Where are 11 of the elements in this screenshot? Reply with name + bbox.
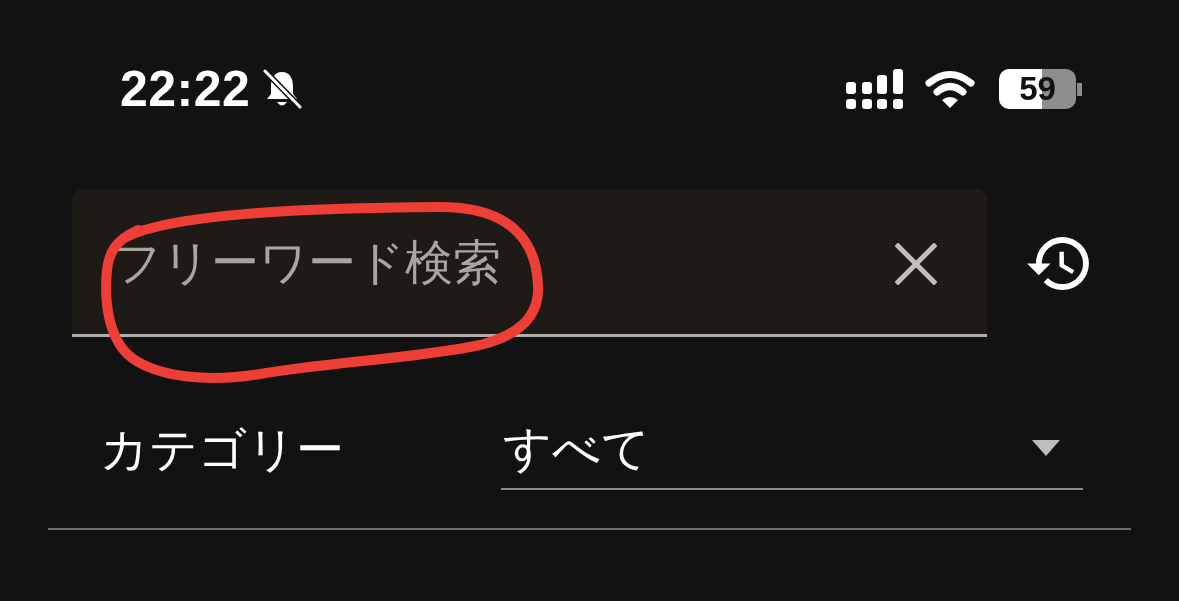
close-icon (895, 243, 937, 285)
search-field[interactable]: フリーワード検索 (72, 189, 987, 337)
category-label: カテゴリー (100, 420, 344, 478)
history-icon (1027, 236, 1089, 290)
signal-icon (846, 69, 903, 109)
battery-percentage: 59 (1019, 71, 1056, 107)
category-dropdown[interactable]: すべて (501, 408, 1083, 490)
wifi-icon (925, 70, 975, 108)
clock-time: 22:22 (120, 64, 251, 114)
caret-icon (1032, 440, 1060, 456)
history-button[interactable] (1027, 236, 1089, 290)
